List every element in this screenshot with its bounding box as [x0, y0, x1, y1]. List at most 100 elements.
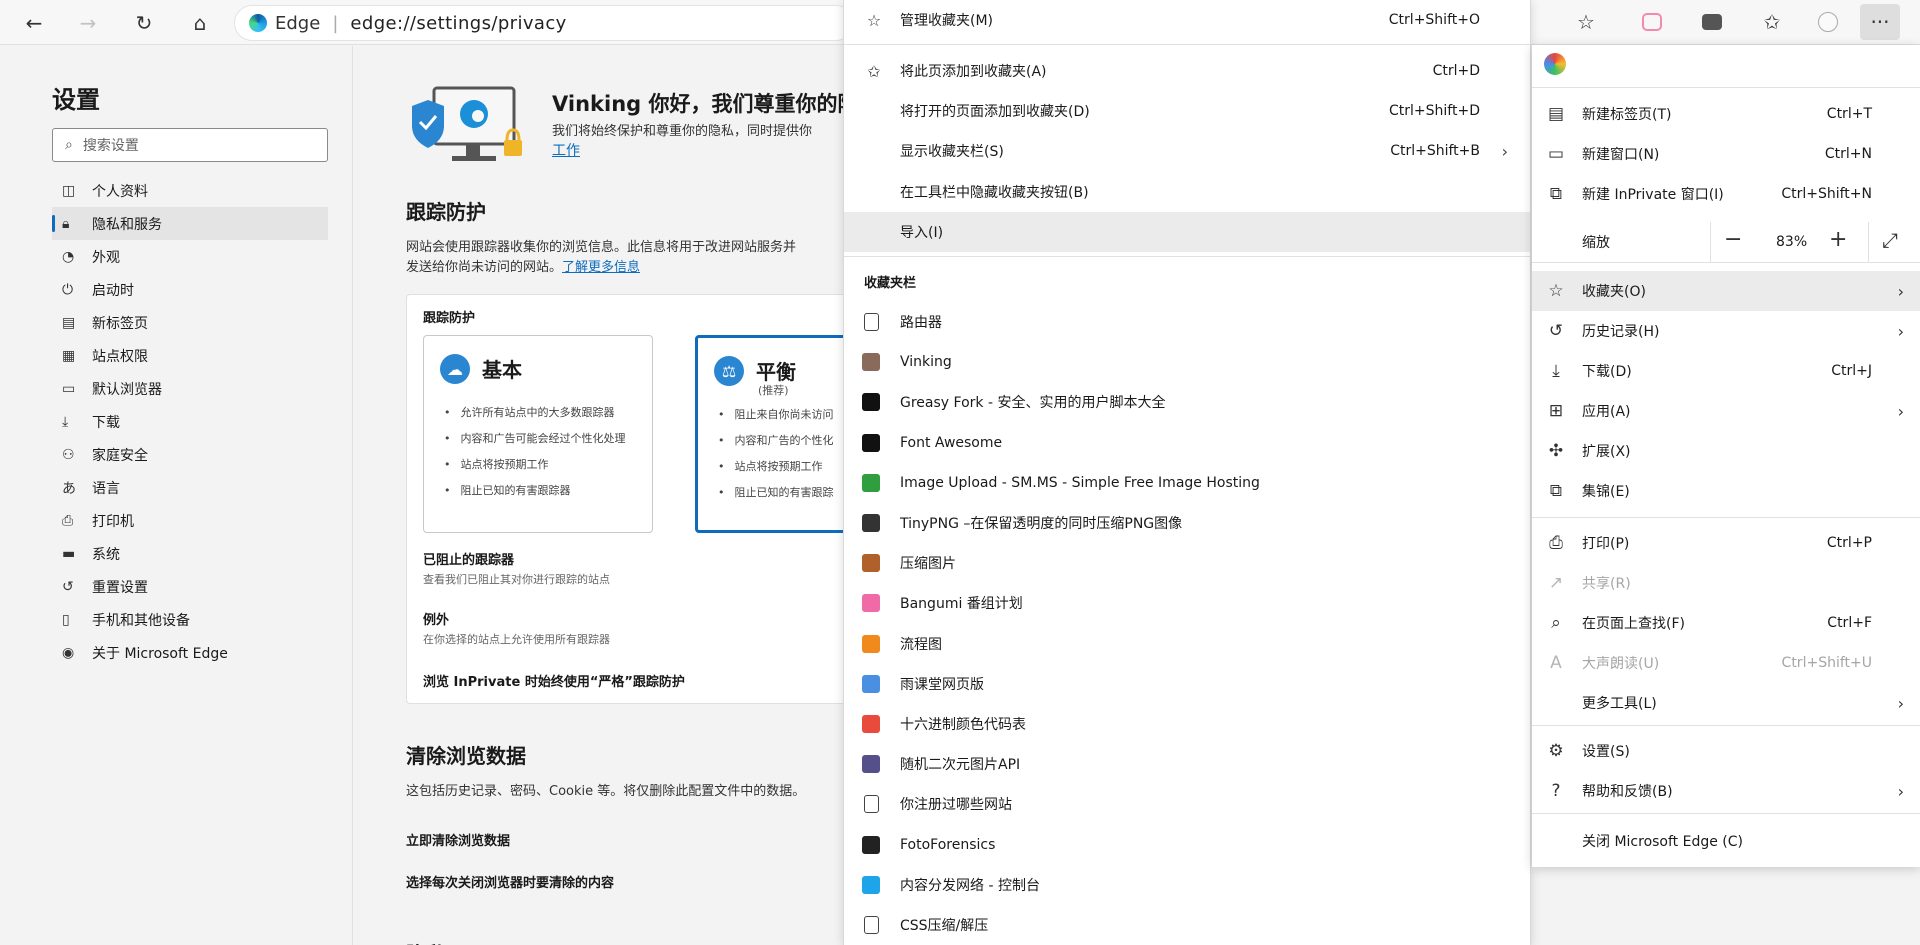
- settings-search-input[interactable]: ⌕ 搜索设置: [52, 128, 328, 162]
- menu-item-label: 历史记录(H): [1582, 324, 1660, 340]
- zoom-out-button[interactable]: −: [1724, 227, 1742, 252]
- fullscreen-icon[interactable]: ⤢: [1882, 228, 1898, 252]
- bookmark-item[interactable]: TinyPNG –在保留透明度的同时压缩PNG图像: [844, 503, 1530, 543]
- sidebar-item-label: 系统: [92, 546, 120, 563]
- menu-item[interactable]: ✣ 扩展(X): [1532, 431, 1920, 471]
- bookmark-item[interactable]: CSS压缩/解压: [844, 905, 1530, 945]
- sidebar-item[interactable]: ▤ 新标签页: [52, 306, 328, 339]
- hide-favorites-button-item[interactable]: 在工具栏中隐藏收藏夹按钮(B): [844, 172, 1530, 212]
- learn-more-link[interactable]: 了解更多信息: [562, 260, 640, 275]
- sidebar-item-label: 隐私和服务: [92, 216, 162, 233]
- tracking-basic-option[interactable]: ☁ 基本 允许所有站点中的大多数跟踪器 内容和广告可能会经过个性化处理 站点将按…: [423, 335, 653, 533]
- sidebar-item[interactable]: ▯ 手机和其他设备: [52, 603, 328, 636]
- hero-link[interactable]: 工作: [552, 140, 580, 160]
- exceptions-title[interactable]: 例外: [423, 609, 449, 628]
- basic-bullet: 允许所有站点中的大多数跟踪器: [444, 400, 626, 426]
- sidebar-item[interactable]: ⤓ 下载: [52, 405, 328, 438]
- bookmark-item[interactable]: 十六进制颜色代码表: [844, 704, 1530, 744]
- clear-on-close-row[interactable]: 选择每次关闭浏览器时要清除的内容: [406, 872, 614, 891]
- sidebar-item[interactable]: ↺ 重置设置: [52, 570, 328, 603]
- address-bar[interactable]: Edge | edge://settings/privacy: [234, 5, 854, 41]
- bookmark-item[interactable]: Font Awesome: [844, 423, 1530, 463]
- blocked-trackers-title[interactable]: 已阻止的跟踪器: [423, 549, 514, 568]
- forward-icon[interactable]: →: [70, 6, 106, 40]
- bookmark-label: CSS压缩/解压: [900, 918, 989, 934]
- add-favorite-icon: ✩: [867, 61, 881, 81]
- bookmark-item[interactable]: Greasy Fork - 安全、实用的用户脚本大全: [844, 382, 1530, 422]
- favorites-button-icon[interactable]: ✩: [1752, 4, 1792, 40]
- favorite-star-icon[interactable]: ☆: [1566, 4, 1606, 40]
- sidebar-item[interactable]: ⏻ 启动时: [52, 273, 328, 306]
- sidebar-item[interactable]: ⎙ 打印机: [52, 504, 328, 537]
- sidebar-item[interactable]: あ语言: [52, 471, 328, 504]
- sidebar-item[interactable]: ▦ 站点权限: [52, 339, 328, 372]
- menu-item[interactable]: ⌕ 在页面上查找(F) Ctrl+F: [1532, 603, 1920, 643]
- zoom-in-button[interactable]: +: [1829, 227, 1847, 252]
- tracking-balanced-option[interactable]: ⚖ 平衡 (推荐) 阻止来自你尚未访问 内容和广告的个性化 站点将按预期工作 阻…: [695, 335, 844, 533]
- address-url[interactable]: edge://settings/privacy: [350, 13, 566, 34]
- edge-main-menu: ▤ 新建标签页(T) Ctrl+T ▭ 新建窗口(N) Ctrl+N ⧉ 新建 InPriva…: [1532, 45, 1920, 867]
- sidebar-item[interactable]: ⚇ 家庭安全: [52, 438, 328, 471]
- menu-item-label: 新建 InPrivate 窗口(I): [1582, 187, 1724, 203]
- tracking-card: 跟踪防护 ☁ 基本 允许所有站点中的大多数跟踪器 内容和广告可能会经过个性化处理…: [406, 294, 844, 704]
- bookmark-item[interactable]: 路由器: [844, 302, 1530, 342]
- bookmark-item[interactable]: 压缩图片: [844, 543, 1530, 583]
- bookmark-item[interactable]: Image Upload - SM.MS - Simple Free Image…: [844, 463, 1530, 503]
- menu-item[interactable]: ▤ 新建标签页(T) Ctrl+T: [1532, 94, 1920, 134]
- colorful-extension-icon[interactable]: [1544, 53, 1566, 75]
- menu-item[interactable]: ↗ 共享(R): [1532, 563, 1920, 603]
- extension-cat-icon[interactable]: [1632, 4, 1672, 40]
- menu-item[interactable]: ☆ 收藏夹(O) ›: [1532, 271, 1920, 311]
- add-page-favorite-item[interactable]: ✩ 将此页添加到收藏夹(A) Ctrl+D: [844, 51, 1530, 91]
- fotoforensics-icon: [862, 835, 880, 854]
- menu-item[interactable]: ⚙ 设置(S): [1532, 731, 1920, 771]
- inprivate-strict-label[interactable]: 浏览 InPrivate 时始终使用“严格”跟踪防护: [423, 671, 685, 690]
- add-open-pages-item[interactable]: 将打开的页面添加到收藏夹(D) Ctrl+Shift+D: [844, 91, 1530, 131]
- manage-favorites-icon: ☆: [866, 10, 882, 30]
- menu-item[interactable]: ⧉ 集锦(E): [1532, 471, 1920, 511]
- bookmark-item[interactable]: FotoForensics: [844, 825, 1530, 865]
- menu-item[interactable]: ↺ 历史记录(H) ›: [1532, 311, 1920, 351]
- close-edge-label: 关闭 Microsoft Edge (C): [1582, 834, 1743, 850]
- bookmark-item[interactable]: 内容分发网络 - 控制台: [844, 865, 1530, 905]
- sidebar-item[interactable]: ◔ 外观: [52, 240, 328, 273]
- sidebar-item[interactable]: ▬ 系统: [52, 537, 328, 570]
- show-favorites-bar-item[interactable]: 显示收藏夹栏(S) Ctrl+Shift+B ›: [844, 131, 1530, 171]
- inprivate-icon: ⧉: [1549, 184, 1563, 204]
- bookmark-item[interactable]: 随机二次元图片API: [844, 744, 1530, 784]
- refresh-icon[interactable]: ↻: [126, 6, 162, 40]
- menu-item[interactable]: ▭ 新建窗口(N) Ctrl+N: [1532, 134, 1920, 174]
- basic-bullet: 内容和广告可能会经过个性化处理: [444, 426, 626, 452]
- bookmark-item[interactable]: 你注册过哪些网站: [844, 784, 1530, 824]
- close-edge-item[interactable]: 关闭 Microsoft Edge (C): [1532, 821, 1920, 861]
- sidebar-item[interactable]: ▭ 默认浏览器: [52, 372, 328, 405]
- menu-item[interactable]: ⤓ 下载(D) Ctrl+J: [1532, 351, 1920, 391]
- sidebar-item[interactable]: ◉ 关于 Microsoft Edge: [52, 636, 328, 669]
- import-item[interactable]: 导入(I): [844, 212, 1530, 252]
- menu-item[interactable]: ? 帮助和反馈(B) ›: [1532, 771, 1920, 811]
- menu-item-shortcut: Ctrl+P: [1826, 535, 1872, 551]
- basic-bullets: 允许所有站点中的大多数跟踪器 内容和广告可能会经过个性化处理 站点将按预期工作 …: [444, 400, 626, 504]
- home-icon[interactable]: ⌂: [182, 6, 218, 40]
- menu-item[interactable]: A 大声朗读(U) Ctrl+Shift+U: [1532, 643, 1920, 683]
- menu-item[interactable]: ⊞ 应用(A) ›: [1532, 391, 1920, 431]
- menu-item[interactable]: ⎙ 打印(P) Ctrl+P: [1532, 523, 1920, 563]
- bookmark-item[interactable]: Bangumi 番组计划: [844, 583, 1530, 623]
- clear-now-row[interactable]: 立即清除浏览数据: [406, 830, 510, 849]
- profile-avatar-icon[interactable]: [1808, 4, 1848, 40]
- bookmark-item[interactable]: Vinking: [844, 342, 1530, 382]
- menu-item[interactable]: 更多工具(L) ›: [1532, 683, 1920, 723]
- system-icon: ▬: [62, 545, 76, 562]
- balanced-bullet: 阻止来自你尚未访问: [718, 402, 834, 428]
- favorites-bar-header: 收藏夹栏: [864, 276, 917, 291]
- extension-box-icon[interactable]: [1692, 4, 1732, 40]
- menu-item[interactable]: ⧉ 新建 InPrivate 窗口(I) Ctrl+Shift+N: [1532, 174, 1920, 214]
- back-icon[interactable]: ←: [16, 6, 52, 40]
- sidebar-item[interactable]: 🔒︎ 隐私和服务: [52, 207, 328, 240]
- manage-favorites-item[interactable]: ☆ 管理收藏夹(M) Ctrl+Shift+O: [844, 0, 1530, 40]
- sidebar-item-label: 重置设置: [92, 579, 148, 596]
- bookmark-item[interactable]: 流程图: [844, 624, 1530, 664]
- bookmark-item[interactable]: 雨课堂网页版: [844, 664, 1530, 704]
- sidebar-item[interactable]: ◫ 个人资料: [52, 174, 328, 207]
- more-options-button[interactable]: ···: [1860, 4, 1900, 40]
